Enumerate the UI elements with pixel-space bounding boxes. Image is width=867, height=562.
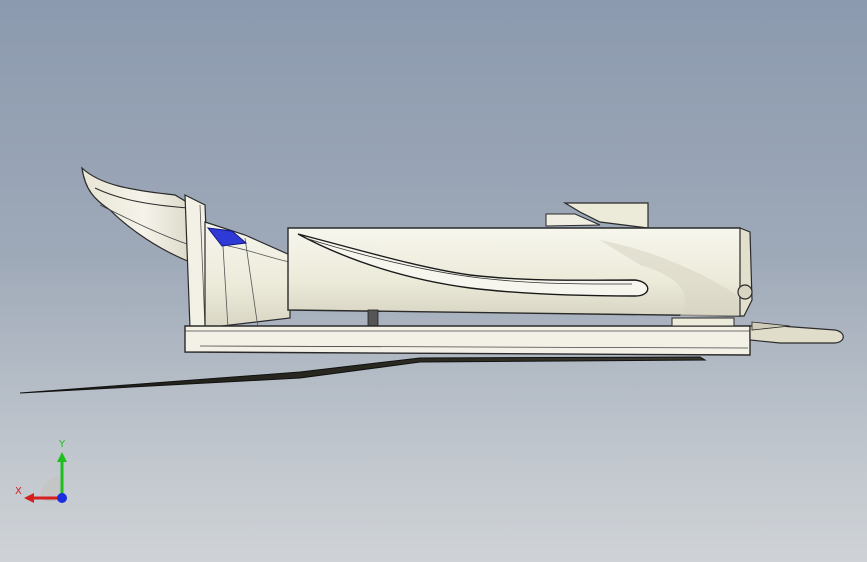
x-axis-label: X [15,486,22,497]
support-post [367,309,379,327]
y-axis-arrow [57,452,67,462]
base-plank [184,325,751,356]
triad-graphic [24,452,67,503]
rear-pivot-knob [737,284,753,300]
cad-model-part[interactable] [0,0,867,562]
rear-end-block [739,227,753,317]
graphics-viewport[interactable]: Y X [0,0,867,562]
underfloor-fin [19,356,707,394]
z-axis-dot [57,493,67,503]
y-axis-label: Y [59,439,66,450]
x-axis-arrow [24,493,34,503]
rear-clip [671,317,735,327]
coordinate-triad: Y X [12,440,82,510]
